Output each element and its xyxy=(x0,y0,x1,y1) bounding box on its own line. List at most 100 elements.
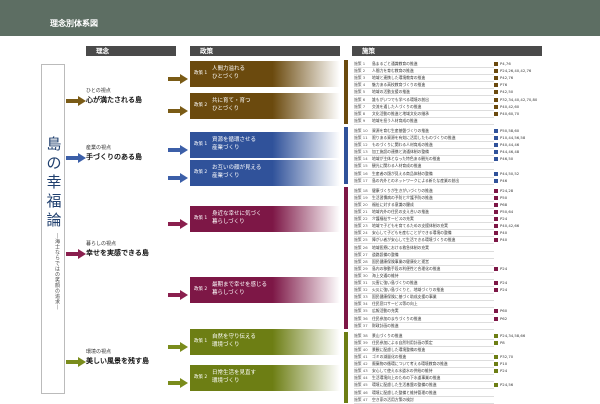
policy-band xyxy=(344,60,348,89)
page-reference-text: P24 xyxy=(500,265,508,271)
item-code: 施策 11 xyxy=(354,135,368,140)
item-text: 魅力ある高校教育づくりの推進 xyxy=(372,82,426,88)
theme-label-big: 美しい風景を残す島 xyxy=(86,357,149,365)
item-code: 施策 27 xyxy=(354,251,368,257)
page-reference-text: P24,34,58,66 xyxy=(500,332,526,338)
item-text: 地域で子どもを育てるための支援体制の充実 xyxy=(372,223,448,229)
item-text: 広報活動の充実 xyxy=(372,308,399,314)
item-code: 施策 9 xyxy=(354,117,366,123)
page-reference-text: P24 xyxy=(500,216,508,222)
page-reference-text: P40,42,66 xyxy=(500,223,520,229)
page-reference-text: P40,42,60 xyxy=(500,103,520,109)
item-text: 生活環境向上のための下水道事業の推進 xyxy=(372,375,441,381)
column-header-rinen: 理念 xyxy=(86,46,176,56)
page-marker-icon xyxy=(494,266,498,271)
policy-number: 政策 1 xyxy=(194,339,208,345)
item-code: 施策 38 xyxy=(354,332,368,338)
page-marker-icon xyxy=(494,62,498,66)
page-marker-icon xyxy=(494,231,498,236)
item-code: 施策 14 xyxy=(354,156,368,162)
item-text: 地域医療における救急体制の充実 xyxy=(372,244,429,250)
theme-2: 産業の視点 手づくりのある島 xyxy=(86,144,158,162)
item-text: 誰もがいつでも学べる環境の創出 xyxy=(372,96,429,102)
item-code: 施策 33 xyxy=(354,294,368,300)
page-reference-text: P40,44,46 xyxy=(500,142,520,148)
policy-number: 政策 2 xyxy=(194,286,208,292)
page-marker-icon xyxy=(494,143,498,148)
item-code: 施策 44 xyxy=(354,375,368,381)
item-text: 住民参加のまちづくりの推進 xyxy=(372,315,422,321)
policy-number: 政策 1 xyxy=(194,215,208,221)
policy-band xyxy=(344,250,348,329)
item-text: 文化活動の推進と地域文化の継承 xyxy=(372,110,429,116)
page-reference: P44,50,52 xyxy=(494,170,534,177)
page-marker-icon xyxy=(494,128,498,133)
page-reference: P68 xyxy=(494,201,534,208)
page-reference: P42,76 xyxy=(494,74,534,81)
page-marker-icon xyxy=(494,157,498,162)
item-text: 環境に配慮した整備と維持管理の推進 xyxy=(372,389,437,395)
policy-name: 共に育て・育つ ひとづくり xyxy=(212,98,251,113)
item-code: 施策 24 xyxy=(354,230,368,236)
list-item: 施策 9 地域を担う人材育成の推進 xyxy=(354,117,494,125)
item-code: 施策 6 xyxy=(354,96,366,102)
item-code: 施策 46 xyxy=(354,389,368,395)
item-text: 廃棄物の循環について考える環境教育の推進 xyxy=(372,361,448,367)
page-reference-text: P4,76 xyxy=(500,61,511,66)
page-reference-text: P62 xyxy=(500,315,508,321)
arrow-right-icon xyxy=(66,148,86,163)
page-reference: P10,44,56,58 xyxy=(494,134,534,141)
page-marker-icon xyxy=(494,202,498,207)
item-text: 災害に強い島づくりの推進 xyxy=(372,280,418,285)
arrow-right-icon xyxy=(168,373,188,388)
item-text: 地域が主体となった特色ある観光の推進 xyxy=(372,156,441,162)
item-text: 島内の移動手段の利便性と合理化の推進 xyxy=(372,265,441,271)
item-text: 福祉に対する意識の醸成 xyxy=(372,201,414,207)
page-reference: P50,58,60 xyxy=(494,127,534,134)
list-item: 施策 37 財政計画の推進 xyxy=(354,322,494,330)
page-reference: P24 xyxy=(494,367,534,374)
page-reference: P24,34,58,66 xyxy=(494,332,534,339)
page-marker-icon xyxy=(494,238,498,243)
list-item: 施策 17 島の内外とのネットワークによる新たな産業の創出 xyxy=(354,177,494,185)
item-code: 施策 4 xyxy=(354,82,366,88)
page-reference-text: P68 xyxy=(500,201,508,207)
item-text: 景観に配慮した環境整備の推進 xyxy=(372,346,426,352)
theme-label-small: 産業の視点 xyxy=(86,145,112,151)
page-reference-text: P8 xyxy=(500,339,505,345)
page-reference: P32,70 xyxy=(494,353,534,360)
page-marker-icon xyxy=(494,178,498,183)
page-reference-text: P10 xyxy=(500,361,508,367)
item-code: 施策 43 xyxy=(354,368,368,374)
policy-number: 政策 1 xyxy=(194,141,208,147)
page-marker-icon xyxy=(494,90,498,95)
page-reference-text: P44,46,48 xyxy=(500,149,520,155)
item-code: 施策 45 xyxy=(354,382,368,388)
item-code: 施策 17 xyxy=(354,177,368,183)
item-text: 環境に配慮した生活基盤の整備の推進 xyxy=(372,382,437,388)
vertical-title-box: 島の幸福論 ―海士ならではの笑顔の追求― xyxy=(41,64,65,394)
page-reference: P40,44,46 xyxy=(494,141,534,148)
page-reference-text: P24 xyxy=(500,287,508,293)
policy-4-1: 政策 1 自然を守り伝える 環境づくり xyxy=(190,329,340,356)
policy-number: 政策 1 xyxy=(194,71,208,77)
page-marker-icon xyxy=(494,150,498,155)
item-code: 施策 37 xyxy=(354,322,368,328)
policy-name: 最期まで幸せを感じる 暮らしづくり xyxy=(212,281,268,296)
page-reference: P40,42,66 xyxy=(494,222,534,229)
item-text: 財政計画の推進 xyxy=(372,322,399,328)
item-text: ものづくりに関わる人材育成の推進 xyxy=(372,142,433,148)
item-code: 施策 1 xyxy=(354,61,366,66)
theme-label-big: 心が満たされる島 xyxy=(86,96,142,104)
policy-name: 自然を守り伝える 環境づくり xyxy=(212,334,256,349)
theme-label-small: 環境の視点 xyxy=(86,349,112,355)
page-marker-icon xyxy=(494,69,498,74)
page-reference-text: P50,58,60 xyxy=(500,127,520,133)
item-text: 住民参加による自然利用計画の策定 xyxy=(372,339,433,345)
policy-1-1: 政策 1 人間力溢れる ひとづくり xyxy=(190,61,340,88)
page-reference-text: P40 xyxy=(500,230,508,236)
column-header-seisaku: 政策 xyxy=(190,46,340,56)
page-marker-icon xyxy=(494,224,498,229)
item-text: 火災に強い島づくりと、地域づくりの推進 xyxy=(372,287,444,293)
arrow-right-icon xyxy=(168,337,188,353)
